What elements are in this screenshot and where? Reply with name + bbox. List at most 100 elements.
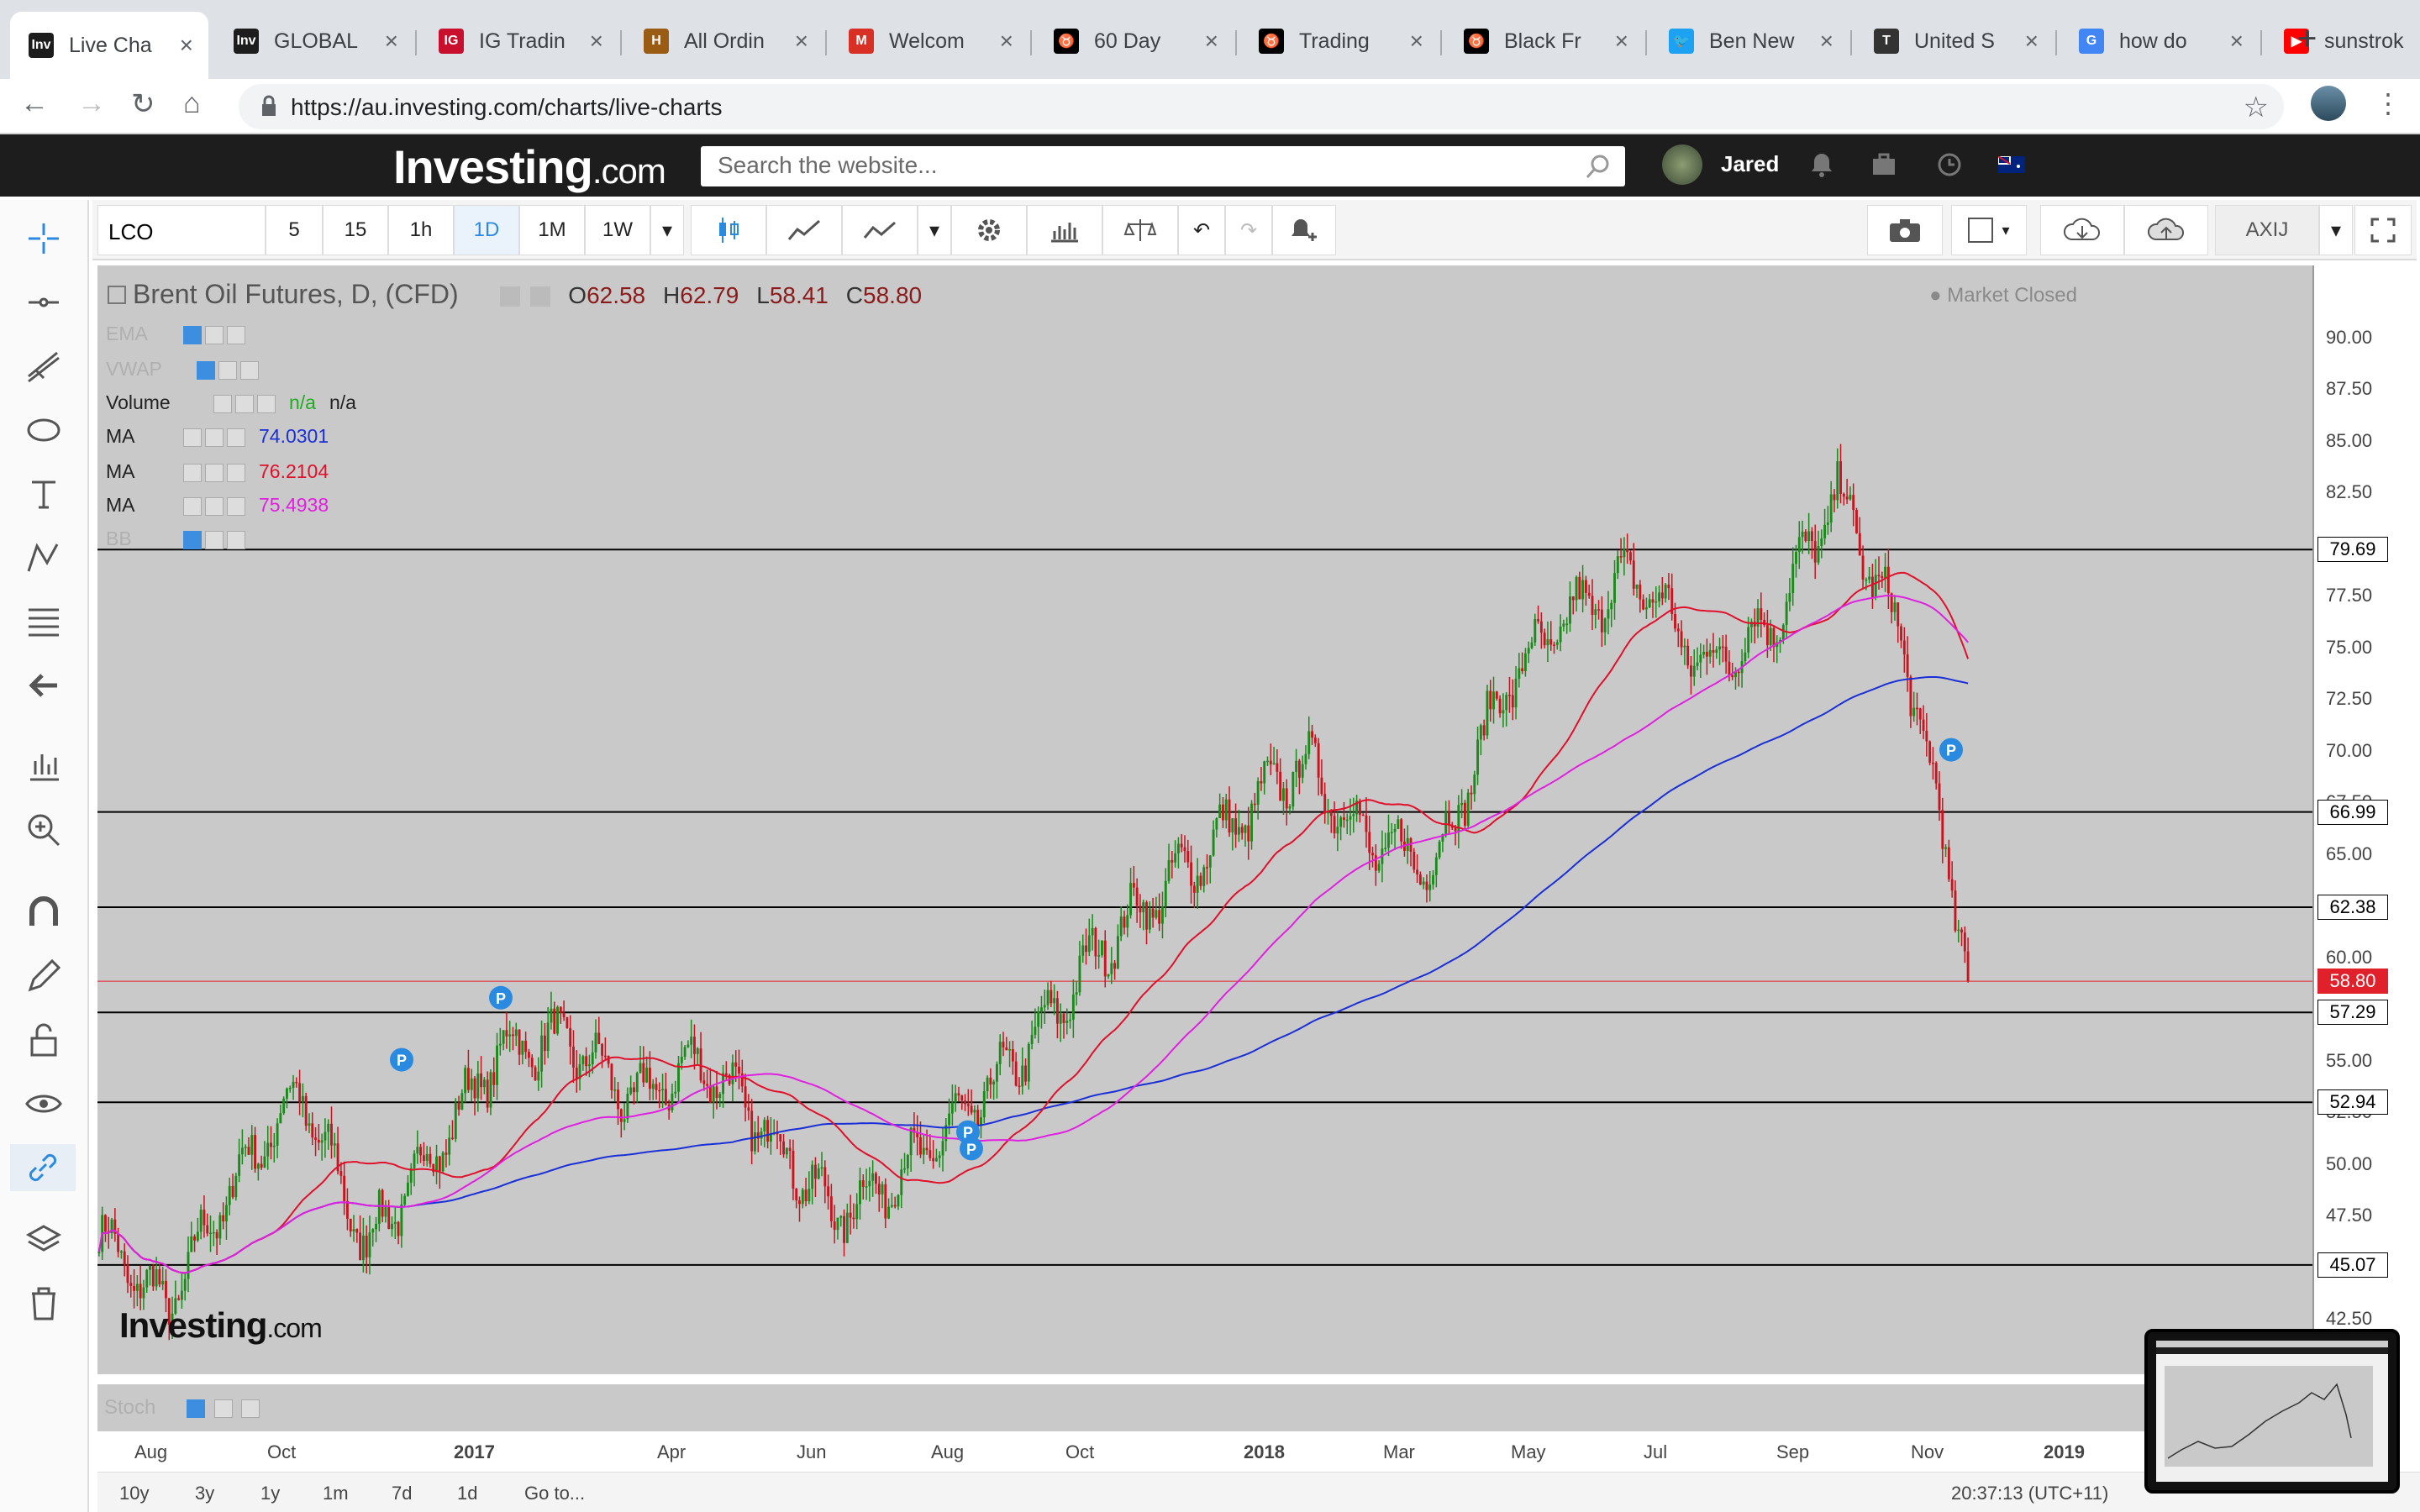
browser-tab[interactable]: H All Ordin × xyxy=(625,13,823,69)
goto-date[interactable]: Go to... xyxy=(524,1483,585,1504)
clock-icon[interactable] xyxy=(1936,151,1963,178)
cloud-download-icon[interactable] xyxy=(2040,205,2124,255)
search-input[interactable] xyxy=(701,146,1541,185)
indicator-eye-icon[interactable] xyxy=(213,394,232,413)
browser-tab[interactable]: T United S × xyxy=(1855,13,2054,69)
australia-flag-icon[interactable] xyxy=(1998,156,2025,173)
price-chart[interactable]: PPPPP Brent Oil Futures, D, (CFD) O62.58… xyxy=(97,265,2312,1374)
measure-tool-icon[interactable] xyxy=(20,743,67,790)
indicator-eye-icon[interactable] xyxy=(183,496,202,516)
indicator-vwap[interactable]: VWAP xyxy=(106,358,259,381)
bookmark-star-icon[interactable]: ☆ xyxy=(2244,91,2269,124)
reload-icon[interactable]: ↻ xyxy=(131,87,155,121)
draw-mode-icon[interactable] xyxy=(20,953,67,1000)
indicator-settings-icon[interactable] xyxy=(205,325,224,344)
close-tab-icon[interactable]: × xyxy=(385,28,398,55)
portfolio-icon[interactable] xyxy=(1870,151,1897,178)
pattern-tool-icon[interactable] xyxy=(20,534,67,581)
indicator-settings-icon[interactable] xyxy=(205,530,224,549)
close-tab-icon[interactable]: × xyxy=(2025,28,2039,55)
lock-drawings-icon[interactable] xyxy=(20,1016,67,1063)
candle-type-icon[interactable] xyxy=(691,205,766,255)
close-tab-icon[interactable]: × xyxy=(795,28,808,55)
fib-tool-icon[interactable] xyxy=(20,598,67,645)
interval-1w[interactable]: 1W xyxy=(585,205,650,255)
link-icon[interactable] xyxy=(10,1144,76,1191)
range-3y[interactable]: 3y xyxy=(195,1483,214,1504)
search-icon[interactable] xyxy=(1585,153,1612,180)
price-axis[interactable]: 90.0087.5085.0082.5080.0077.5075.0072.50… xyxy=(2312,265,2420,1374)
horizontal-line-tool-icon[interactable] xyxy=(20,279,67,326)
legend-settings-icon[interactable] xyxy=(530,286,551,307)
magnet-icon[interactable] xyxy=(20,889,67,936)
investing-logo[interactable]: Investing.com xyxy=(393,139,666,194)
back-icon[interactable]: ← xyxy=(20,87,49,120)
profile-avatar[interactable] xyxy=(2311,86,2346,121)
back-arrow-icon[interactable] xyxy=(20,662,67,709)
crosshair-tool-icon[interactable] xyxy=(20,215,67,262)
close-tab-icon[interactable]: × xyxy=(1820,28,1833,55)
close-tab-icon[interactable]: × xyxy=(1000,28,1013,55)
browser-tab[interactable]: M Welcom × xyxy=(830,13,1028,69)
symbol-input[interactable]: LCO xyxy=(97,205,266,255)
screenshot-thumbnail[interactable] xyxy=(2144,1329,2400,1494)
line-chart-icon[interactable] xyxy=(842,205,918,255)
browser-tab[interactable]: ♉ Black Fr × xyxy=(1445,13,1644,69)
home-icon[interactable]: ⌂ xyxy=(183,87,201,120)
indicator-settings-icon[interactable] xyxy=(205,496,224,516)
range-1y[interactable]: 1y xyxy=(260,1483,280,1504)
fullscreen-icon[interactable] xyxy=(2354,205,2412,255)
forward-icon[interactable]: → xyxy=(77,87,106,120)
compare-dropdown-icon[interactable]: ▾ xyxy=(2319,205,2353,255)
indicators-icon[interactable] xyxy=(1027,205,1102,255)
stoch-eye-icon[interactable] xyxy=(187,1399,206,1418)
layout-select[interactable]: ▾ xyxy=(1951,205,2027,255)
cloud-upload-icon[interactable] xyxy=(2124,205,2208,255)
interval-1m[interactable]: 1M xyxy=(519,205,585,255)
interval-dropdown-icon[interactable]: ▾ xyxy=(650,205,684,255)
interval-5[interactable]: 5 xyxy=(266,205,323,255)
close-tab-icon[interactable]: × xyxy=(2230,28,2244,55)
indicator-settings-icon[interactable] xyxy=(235,394,254,413)
site-search[interactable] xyxy=(701,146,1625,186)
range-7d[interactable]: 7d xyxy=(392,1483,412,1504)
close-tab-icon[interactable]: × xyxy=(1205,28,1218,55)
browser-tab[interactable]: Inv GLOBAL × xyxy=(215,13,413,69)
indicator-close-icon[interactable] xyxy=(227,428,245,447)
indicator-settings-icon[interactable] xyxy=(205,463,224,482)
collapse-legend-icon[interactable] xyxy=(108,285,126,304)
browser-tab[interactable]: ♉ 60 Day × xyxy=(1035,13,1234,69)
browser-tab[interactable]: 🐦 Ben New × xyxy=(1650,13,1849,69)
indicator-ma[interactable]: MA 74.0301 xyxy=(106,425,329,448)
close-tab-icon[interactable]: × xyxy=(590,28,603,55)
close-tab-icon[interactable]: × xyxy=(1615,28,1628,55)
compare-symbol[interactable]: AXIJ xyxy=(2215,205,2319,255)
indicator-eye-icon[interactable] xyxy=(197,360,215,380)
browser-menu-icon[interactable]: ⋮ xyxy=(2375,87,2402,119)
range-10y[interactable]: 10y xyxy=(119,1483,149,1504)
redo-icon[interactable]: ↷ xyxy=(1225,205,1272,255)
stoch-panel[interactable]: Stoch xyxy=(97,1381,2312,1431)
candlestick-chart[interactable]: PPPPP xyxy=(97,265,2312,1374)
indicator-close-icon[interactable] xyxy=(227,530,245,549)
indicator-eye-icon[interactable] xyxy=(183,530,202,549)
indicator-eye-icon[interactable] xyxy=(183,428,202,447)
new-tab-button[interactable]: + xyxy=(2297,20,2317,58)
indicator-eye-icon[interactable] xyxy=(183,325,202,344)
indicator-close-icon[interactable] xyxy=(227,463,245,482)
browser-tab[interactable]: ▶sunstrok× xyxy=(2265,13,2420,69)
settings-gear-icon[interactable] xyxy=(951,205,1027,255)
indicator-close-icon[interactable] xyxy=(227,325,245,344)
stoch-settings-icon[interactable] xyxy=(213,1399,233,1418)
indicator-close-icon[interactable] xyxy=(240,360,259,380)
close-tab-icon[interactable]: × xyxy=(180,32,193,59)
indicator-settings-icon[interactable] xyxy=(218,360,237,380)
indicator-ema[interactable]: EMA xyxy=(106,323,245,345)
browser-tab[interactable]: IG IG Tradin × xyxy=(420,13,618,69)
compare-icon[interactable] xyxy=(1102,205,1178,255)
eye-icon[interactable] xyxy=(20,1080,67,1127)
user-avatar[interactable] xyxy=(1662,144,1702,185)
indicator-ma[interactable]: MA 76.2104 xyxy=(106,460,329,483)
text-tool-icon[interactable] xyxy=(20,470,67,517)
indicator-bb[interactable]: BB xyxy=(106,528,245,550)
